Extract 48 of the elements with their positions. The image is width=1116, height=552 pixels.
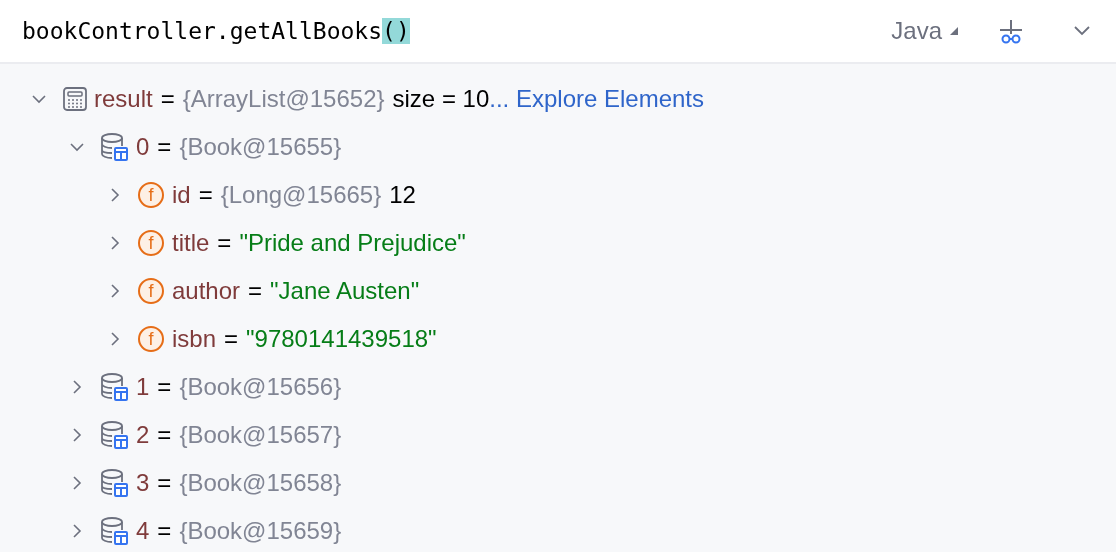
variable-name: id bbox=[172, 181, 191, 209]
equals-sign: = bbox=[157, 133, 172, 161]
equals-sign: = bbox=[160, 85, 175, 113]
variable-name: 4 bbox=[136, 517, 150, 545]
expression-field[interactable]: bookController.getAllBooks() bbox=[22, 18, 892, 44]
variable-name: 3 bbox=[136, 469, 150, 497]
object-type: {Long@15665} bbox=[220, 181, 382, 209]
variable-name: isbn bbox=[172, 325, 217, 353]
equals-sign: = bbox=[157, 373, 172, 401]
variable-name: result bbox=[94, 85, 153, 113]
object-type: {Book@15659} bbox=[179, 517, 342, 545]
add-watch-icon[interactable] bbox=[998, 17, 1024, 45]
database-table-icon bbox=[100, 516, 130, 546]
field-icon: f bbox=[138, 182, 164, 208]
equals-sign: = bbox=[248, 277, 263, 305]
field-icon: f bbox=[138, 326, 164, 352]
database-table-icon bbox=[100, 468, 130, 498]
variable-name: 2 bbox=[136, 421, 150, 449]
equals-sign: = bbox=[198, 181, 213, 209]
database-table-icon bbox=[100, 372, 130, 402]
language-dropdown[interactable]: Java bbox=[891, 17, 958, 45]
object-type: {Book@15657} bbox=[179, 421, 342, 449]
object-type: {Book@15656} bbox=[179, 373, 342, 401]
calculator-icon bbox=[62, 86, 88, 112]
object-type: {Book@15655} bbox=[179, 133, 342, 161]
equals-sign: = bbox=[224, 325, 239, 353]
variable-value: size = 10 bbox=[392, 85, 490, 113]
equals-sign: = bbox=[157, 421, 172, 449]
explore-elements-link[interactable]: ... Explore Elements bbox=[489, 85, 705, 113]
variable-value: 12 bbox=[389, 181, 416, 209]
variable-name: title bbox=[172, 229, 210, 257]
field-icon: f bbox=[138, 230, 164, 256]
equals-sign: = bbox=[217, 229, 232, 257]
database-table-icon bbox=[100, 132, 130, 162]
variable-value: "Pride and Prejudice" bbox=[239, 229, 466, 257]
parentheses-highlight: () bbox=[382, 18, 410, 44]
object-type: {Book@15658} bbox=[179, 469, 342, 497]
database-table-icon bbox=[100, 420, 130, 450]
variable-name: 1 bbox=[136, 373, 150, 401]
field-icon: f bbox=[138, 278, 164, 304]
variable-value: "Jane Austen" bbox=[270, 277, 420, 305]
variable-value: "9780141439518" bbox=[246, 325, 437, 353]
variable-name: 0 bbox=[136, 133, 150, 161]
equals-sign: = bbox=[157, 469, 172, 497]
object-type: {ArrayList@15652} bbox=[182, 85, 385, 113]
variable-name: author bbox=[172, 277, 241, 305]
chevron-down-icon[interactable] bbox=[1074, 26, 1090, 36]
equals-sign: = bbox=[157, 517, 172, 545]
